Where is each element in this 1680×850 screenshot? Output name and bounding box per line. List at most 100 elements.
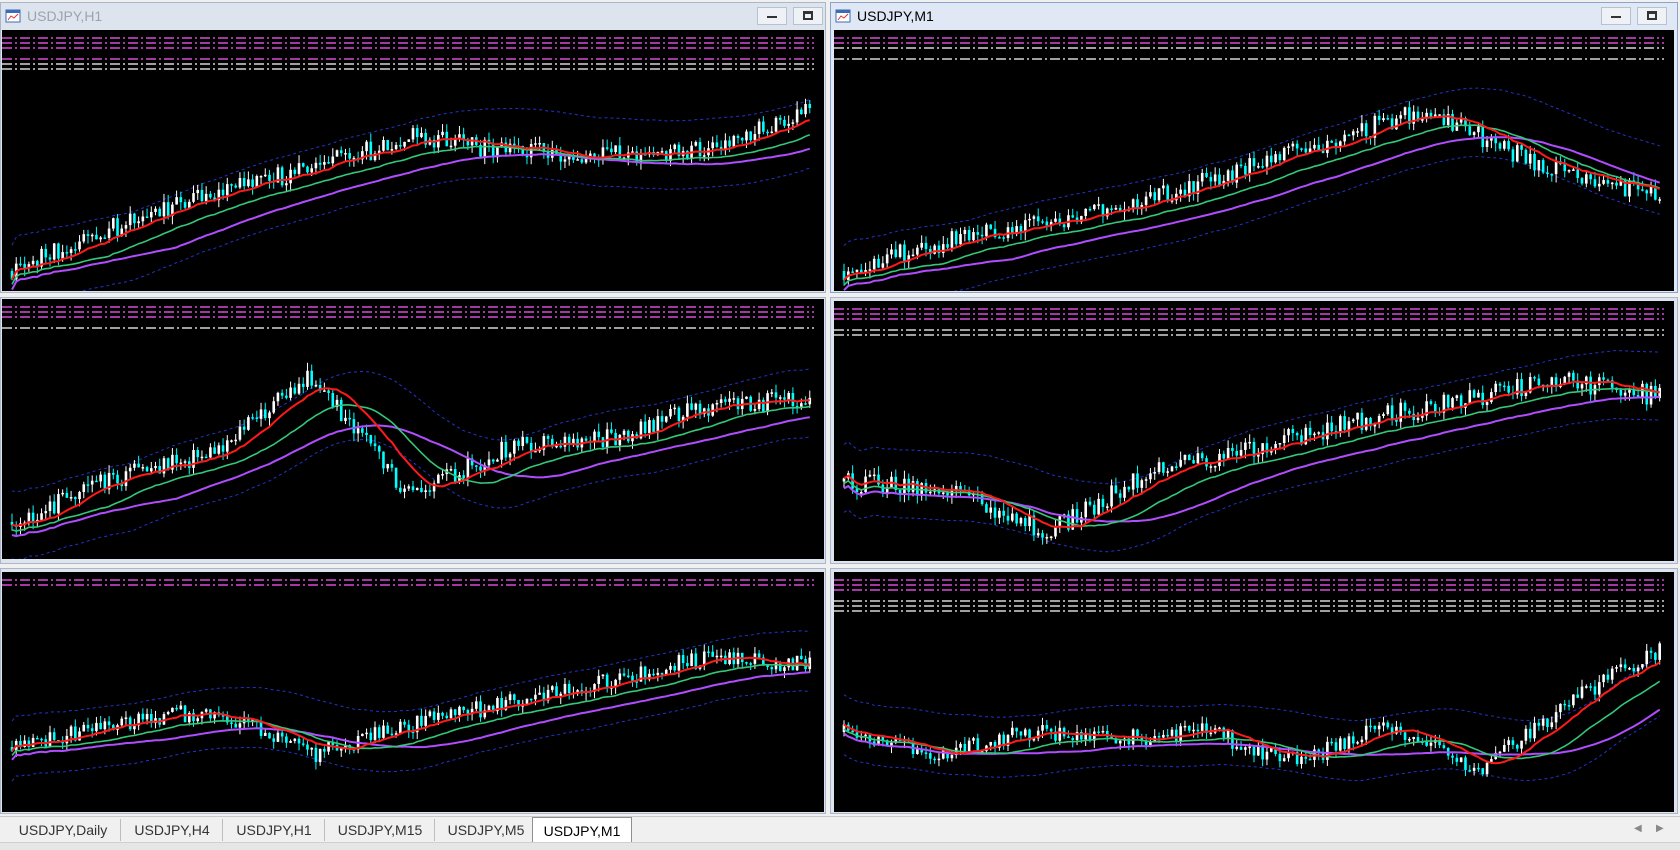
candle-body <box>1054 218 1057 222</box>
candle-body <box>19 263 22 266</box>
candle-body <box>980 234 984 237</box>
price-chart-m1[interactable] <box>834 30 1674 291</box>
candle-body <box>1274 154 1277 163</box>
candle-body <box>1602 377 1605 380</box>
candle-body <box>1416 417 1420 421</box>
candle-body <box>998 237 1001 239</box>
candle-body <box>555 686 558 697</box>
candle-body <box>95 480 98 483</box>
candle-body <box>686 663 689 667</box>
candle-body <box>500 441 503 460</box>
candle-body <box>301 163 305 167</box>
candle-body <box>1278 154 1282 161</box>
candle-body <box>179 197 183 203</box>
candle-body <box>310 370 313 386</box>
tab-usdjpy-h1[interactable]: USDJPY,H1 <box>224 819 325 841</box>
candle-body <box>339 399 343 422</box>
candle-body <box>1645 650 1649 665</box>
candle-body <box>1429 112 1433 117</box>
candle-body <box>1537 722 1541 726</box>
candle-body <box>1610 668 1614 680</box>
candle-body <box>453 709 457 716</box>
candle-body <box>268 174 271 181</box>
candle-body <box>407 486 411 489</box>
candle-body <box>757 121 761 135</box>
candle-body <box>1658 199 1661 201</box>
candle-body <box>301 383 305 387</box>
candle-body <box>462 706 465 711</box>
tab-usdjpy-h4[interactable]: USDJPY,H4 <box>122 819 223 841</box>
candle-body <box>1641 664 1644 668</box>
candle-body <box>924 752 928 754</box>
candle-body <box>242 426 246 430</box>
minimize-button[interactable] <box>1601 7 1631 25</box>
candle-body <box>1490 392 1493 402</box>
candle-body <box>297 383 301 394</box>
price-chart-bottom-right[interactable] <box>834 572 1674 812</box>
candle-body <box>1425 741 1428 746</box>
candle-body <box>804 403 807 405</box>
candle-body <box>795 109 799 123</box>
candle-body <box>238 426 242 440</box>
candle-body <box>1209 466 1213 468</box>
candle-body <box>1580 686 1584 698</box>
candle-body <box>1196 453 1200 464</box>
candle-body <box>804 103 807 115</box>
tab-usdjpy-m5[interactable]: USDJPY,M5 <box>436 819 537 841</box>
candle-body <box>1088 208 1092 211</box>
candle-body <box>280 732 284 737</box>
candle-body <box>285 183 288 186</box>
tab-scroll-left-icon[interactable]: ◀ <box>1634 823 1642 834</box>
candle-body <box>491 459 495 462</box>
candle-body <box>200 189 204 202</box>
candle-body <box>1196 729 1200 732</box>
candle-body <box>1429 742 1433 746</box>
price-chart-middle-right[interactable] <box>834 301 1674 561</box>
minimize-button[interactable] <box>757 7 787 25</box>
candle-body <box>1213 466 1217 468</box>
candle-body <box>660 151 664 153</box>
candle-body <box>1002 237 1005 239</box>
window-titlebar[interactable]: USDJPY,H1 <box>1 3 825 29</box>
price-chart-h1[interactable] <box>2 30 824 291</box>
candle-body <box>394 145 398 150</box>
candle-body <box>1149 473 1152 480</box>
price-chart-middle-left[interactable] <box>2 299 824 559</box>
candle-body <box>175 707 178 710</box>
candle-body <box>1192 729 1195 732</box>
candle-body <box>1175 729 1178 742</box>
candle-body <box>989 741 993 746</box>
candle-body <box>652 420 655 432</box>
candle-body <box>411 128 415 140</box>
tab-scroll-right-icon[interactable]: ▶ <box>1656 823 1664 834</box>
candle-body <box>1649 385 1653 405</box>
candle-body <box>770 666 774 670</box>
candle-body <box>1567 170 1571 172</box>
candle-body <box>1464 757 1467 770</box>
candle-body <box>745 396 748 399</box>
candle-body <box>1485 762 1489 775</box>
window-titlebar[interactable]: USDJPY,M1 <box>831 3 1677 29</box>
chart-canvas <box>834 308 1664 553</box>
candle-body <box>1546 172 1549 175</box>
candle-body <box>681 655 685 664</box>
candle-body <box>1585 174 1588 184</box>
tab-usdjpy-m15[interactable]: USDJPY,M15 <box>326 819 435 841</box>
tab-usdjpy-daily[interactable]: USDJPY,Daily <box>6 819 121 841</box>
candle-body <box>504 441 508 458</box>
candle-body <box>323 748 326 752</box>
candle-body <box>95 722 98 732</box>
candle-body <box>1101 498 1105 507</box>
tab-usdjpy-m1[interactable]: USDJPY,M1 <box>532 817 632 843</box>
candle-body <box>903 244 906 262</box>
ma-slow-line <box>11 671 810 761</box>
band-upper <box>11 368 810 493</box>
candle-body <box>276 732 280 742</box>
maximize-button[interactable] <box>793 7 823 25</box>
candle-body <box>99 722 102 730</box>
maximize-button[interactable] <box>1637 7 1667 25</box>
price-chart-bottom-left[interactable] <box>2 572 824 812</box>
candle-body <box>1541 160 1545 173</box>
candle-body <box>1339 416 1342 434</box>
candle-body <box>656 416 660 432</box>
